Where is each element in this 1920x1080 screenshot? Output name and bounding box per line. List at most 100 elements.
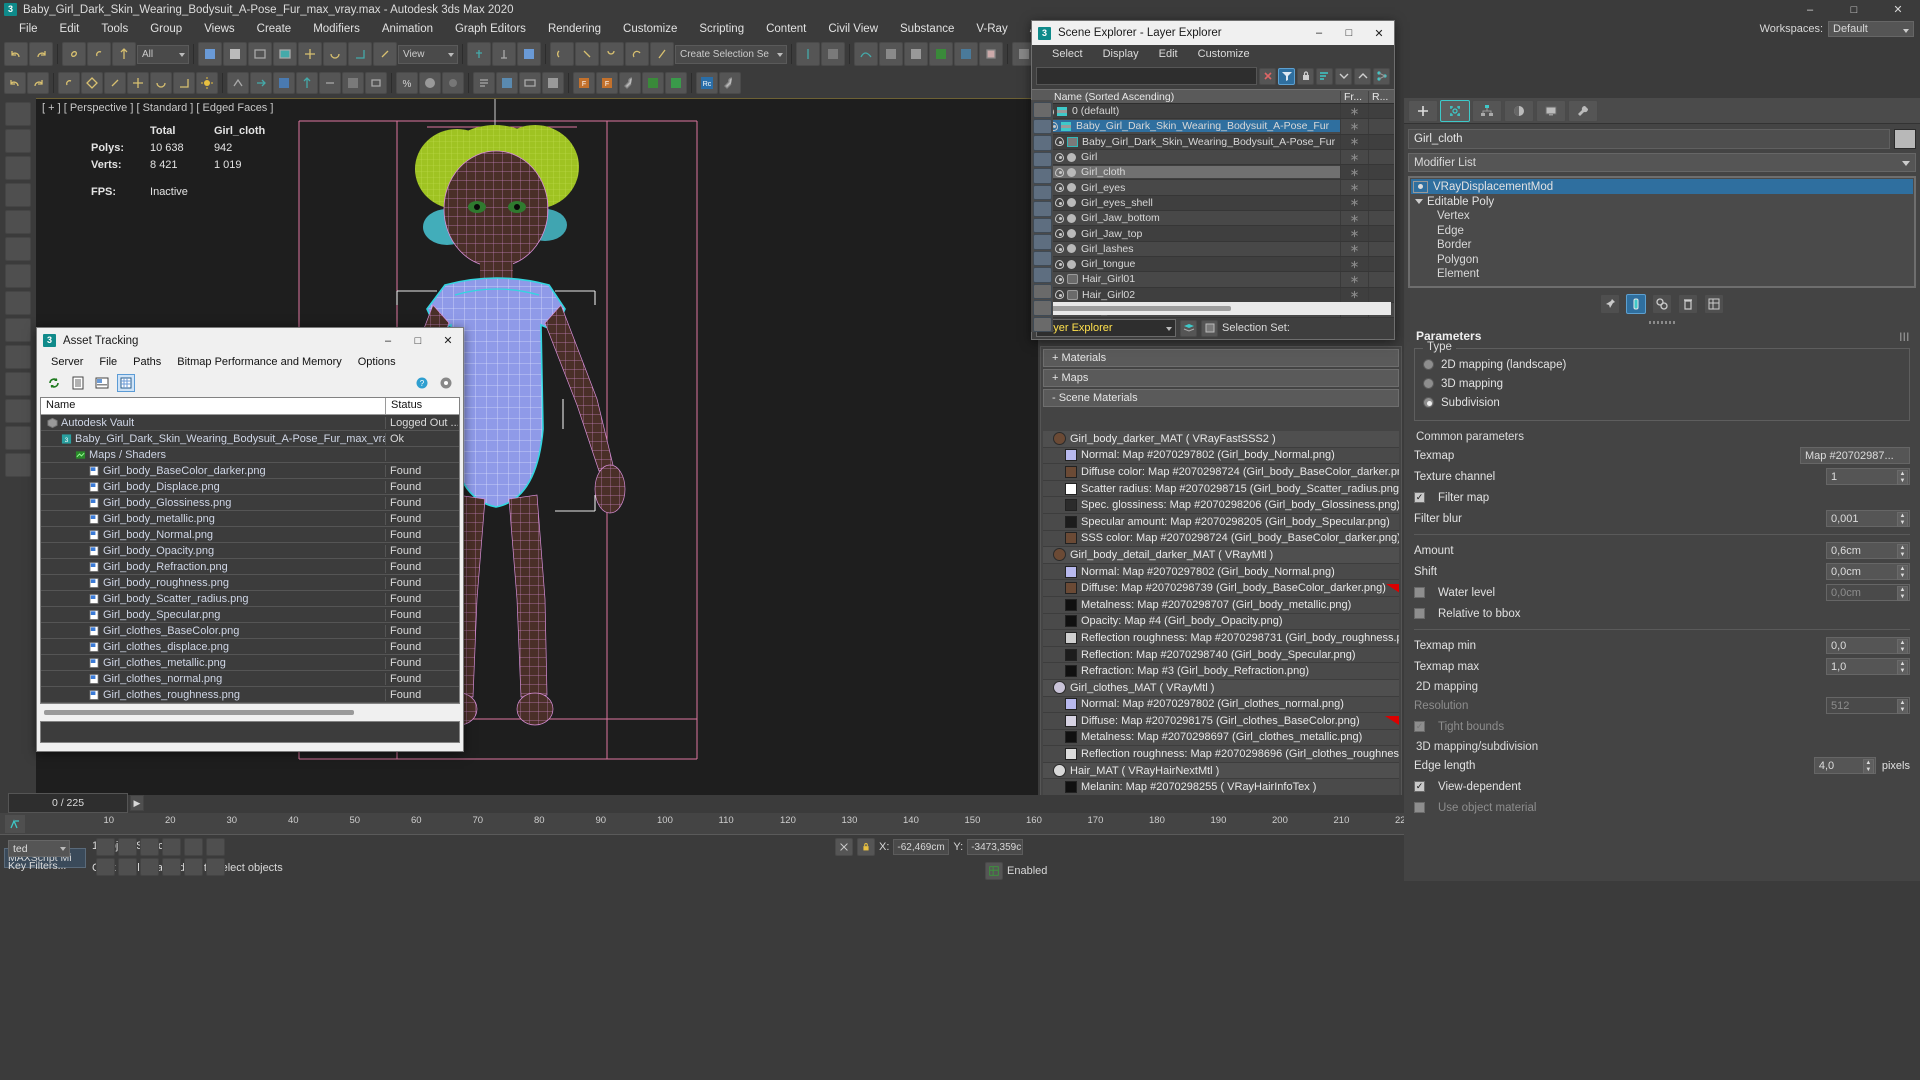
menu-item-substance[interactable]: Substance [889, 21, 965, 37]
tb2-cmd4-icon[interactable] [365, 72, 387, 94]
coord-y-field[interactable]: -3473,359c [967, 839, 1024, 855]
modifier-substack-edge[interactable]: Edge [1411, 224, 1913, 239]
visibility-eye-icon[interactable] [1055, 152, 1064, 162]
se-frozen-cell[interactable] [1340, 165, 1368, 180]
mirror2-button[interactable] [796, 42, 820, 66]
scene-material-row[interactable]: Reflection roughness: Map #2070298731 (G… [1043, 630, 1399, 647]
spacing-button[interactable] [625, 42, 649, 66]
texmap-value[interactable]: Map #20702987... [1800, 447, 1910, 464]
scene-material-row[interactable]: Scatter radius: Map #2070298715 (Girl_bo… [1043, 480, 1399, 498]
scene-material-row[interactable]: Metalness: Map #2070298697 (Girl_clothes… [1043, 729, 1399, 747]
scene-material-row[interactable]: Refraction: Map #3 (Girl_body_Refraction… [1043, 663, 1399, 680]
configure-sets-icon[interactable] [1704, 294, 1724, 314]
scene-material-row[interactable]: Girl_clothes_MAT ( VRayMtl ) [1043, 679, 1399, 697]
display-tab-icon[interactable] [1536, 99, 1566, 122]
scene-explorer-row[interactable]: Girl [1032, 149, 1394, 166]
asset-row[interactable]: Girl_body_Normal.png Found [41, 527, 459, 543]
animation-mode-combo[interactable]: ted [8, 840, 70, 857]
scene-explorer-row[interactable]: 0 (default) [1032, 104, 1394, 120]
se-frozen-cell[interactable] [1340, 149, 1368, 165]
redo-button[interactable] [29, 42, 53, 66]
help-icon[interactable]: ? [413, 374, 431, 392]
view-dependent-checkbox[interactable]: ✓ [1414, 781, 1425, 792]
texture-channel-spinner[interactable]: ▲ ▼ [1897, 470, 1908, 485]
asset-row[interactable]: Girl_clothes_displace.png Found [41, 639, 459, 655]
scene-explorer-row[interactable]: Girl_Jaw_bottom [1032, 211, 1394, 227]
all-filter-icon[interactable] [1032, 267, 1052, 283]
timeline-tick-strip[interactable]: 10 20 30 40 50 60 70 80 90 100 110 120 130 140 150 160 1… [0, 813, 1404, 835]
asset-minimize-button[interactable]: – [373, 328, 403, 353]
set-key-icon[interactable] [96, 838, 115, 856]
asset-row[interactable]: Maps / Shaders [41, 447, 459, 463]
key-filters-button[interactable]: Key Filters... [8, 860, 66, 872]
tb2-perc-icon[interactable]: % [396, 72, 418, 94]
next-key-icon[interactable] [206, 838, 225, 856]
layer-manager-button[interactable] [821, 42, 845, 66]
water-level-row[interactable]: ✓ Water level 0,0cm ▲▼ [1414, 582, 1910, 603]
tb2-arrow1-icon[interactable] [227, 72, 249, 94]
scene-material-row[interactable]: Normal: Map #2070297802 (Girl_body_Norma… [1043, 563, 1399, 581]
asset-row[interactable]: Autodesk Vault Logged Out ... [41, 415, 459, 431]
none-filter-icon[interactable] [1032, 283, 1052, 299]
modifier-stack-editable-poly[interactable]: Editable Poly [1411, 194, 1913, 209]
expand-all-icon[interactable] [1335, 67, 1352, 85]
tb2-green1-icon[interactable] [642, 72, 664, 94]
water-level-value[interactable]: 0,0cm ▲ ▼ [1826, 584, 1910, 601]
modifier-substack-polygon[interactable]: Polygon [1411, 253, 1913, 268]
asset-col-name[interactable]: Name [41, 398, 386, 414]
command-panel[interactable]: Modifier List VRayDisplacementMod Editabl… [1404, 98, 1920, 858]
array-button[interactable] [600, 42, 624, 66]
scene-material-row[interactable]: Specular amount: Map #2070298205 (Girl_b… [1043, 513, 1399, 531]
modifier-substack-border[interactable]: Border [1411, 238, 1913, 253]
scene-material-row[interactable]: Opacity: Map #4 (Girl_body_Opacity.png) [1043, 613, 1399, 631]
se-frozen-cell[interactable] [1340, 226, 1368, 241]
texmap-min-spinner[interactable]: ▲ ▼ [1897, 639, 1908, 654]
settings-icon[interactable] [437, 374, 455, 392]
se-menu-edit[interactable]: Edit [1149, 48, 1188, 60]
visibility-eye-icon[interactable] [1055, 137, 1064, 147]
tb2-fl-icon[interactable]: F [573, 72, 595, 94]
undo-button[interactable] [4, 42, 28, 66]
use-object-material-row[interactable]: ✓ Use object material [1414, 797, 1910, 818]
se-close-button[interactable]: ✕ [1364, 21, 1394, 46]
zoom-icon[interactable] [140, 858, 159, 876]
menu-item-animation[interactable]: Animation [371, 21, 444, 37]
filter-map-row[interactable]: ✓ Filter map [1414, 487, 1910, 508]
collapse-all-icon[interactable] [1354, 67, 1371, 85]
tb2-tools-icon[interactable] [619, 72, 641, 94]
view-dependent-row[interactable]: ✓ View-dependent [1414, 776, 1910, 797]
radio-subdivision-icon[interactable] [1423, 397, 1434, 408]
remove-modifier-icon[interactable] [1678, 294, 1698, 314]
asset-row[interactable]: Girl_clothes_normal.png Found [41, 671, 459, 687]
scene-material-row[interactable]: Diffuse: Map #2070298175 (Girl_clothes_B… [1043, 713, 1399, 730]
invert-filter-icon[interactable] [1032, 300, 1052, 316]
show-end-result-icon[interactable] [1626, 294, 1646, 314]
current-frame-field[interactable]: 0 / 225 [8, 793, 128, 813]
mirror-icon[interactable] [5, 318, 31, 342]
utilities-tab-icon[interactable] [1568, 99, 1598, 122]
named-selection-combo[interactable]: Create Selection Se [675, 44, 787, 64]
edge-length-value[interactable]: 4,0 ▲ ▼ [1813, 757, 1876, 774]
se-frozen-cell[interactable] [1340, 256, 1368, 272]
light-icon[interactable] [5, 426, 31, 450]
scene-material-row[interactable]: Hair_MAT ( VRayHairNextMtl ) [1043, 762, 1399, 780]
object-name-field[interactable] [1408, 129, 1890, 149]
modifier-substack-element[interactable]: Element [1411, 267, 1913, 282]
shape-filter-icon[interactable] [1032, 118, 1052, 134]
layer-icon[interactable] [5, 372, 31, 396]
asset-row[interactable]: 3 Baby_Girl_Dark_Skin_Wearing_Bodysuit_A-… [41, 431, 459, 447]
texture-channel-value[interactable]: 1 ▲ ▼ [1826, 468, 1910, 485]
align-icon[interactable] [5, 291, 31, 315]
se-frozen-cell[interactable] [1340, 211, 1368, 226]
move-icon[interactable] [5, 102, 31, 126]
object-color-swatch[interactable] [1894, 129, 1916, 149]
scene-explorer-row[interactable]: Baby_Girl_Dark_Skin_Wearing_Bodysuit_A-P… [1032, 119, 1394, 135]
layer-explorer-combo[interactable]: Layer Explorer [1036, 319, 1176, 337]
align-button[interactable] [575, 42, 599, 66]
menu-item-scripting[interactable]: Scripting [688, 21, 755, 37]
resolution-value[interactable]: 512 ▲ ▼ [1826, 697, 1910, 714]
hierarchy-tab-icon[interactable] [1472, 99, 1502, 122]
asset-menu-bitmap-performance-and-memory[interactable]: Bitmap Performance and Memory [169, 356, 349, 368]
scale-icon[interactable] [5, 156, 31, 180]
asset-row[interactable]: Girl_body_Specular.png Found [41, 607, 459, 623]
